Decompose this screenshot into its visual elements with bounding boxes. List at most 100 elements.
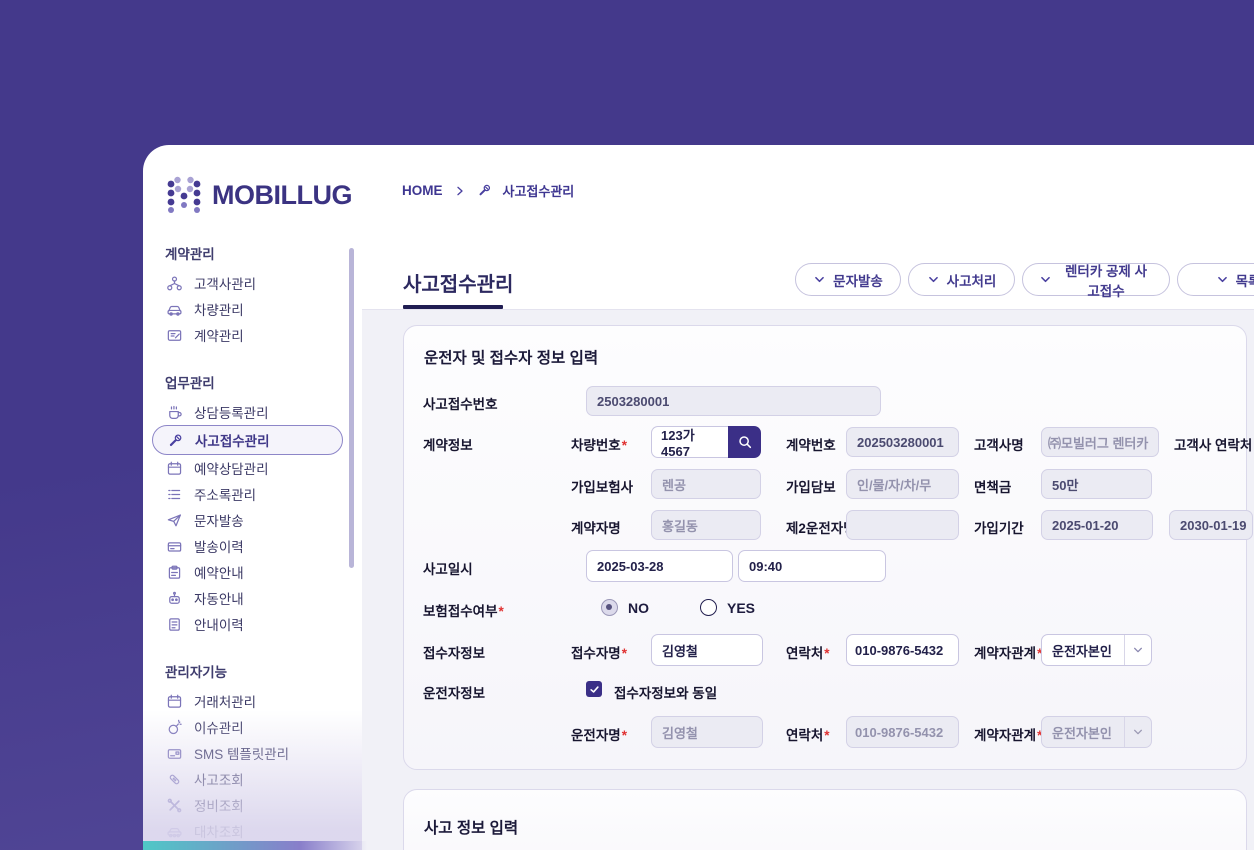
note-icon [165,615,183,633]
card-icon [165,537,183,555]
same-as-receiver-label[interactable]: 접수자정보와 동일 [614,682,717,702]
sidebar-item-issue-mgmt[interactable]: 이슈관리 [165,714,361,740]
wrench-icon [477,183,492,198]
sidebar-item-sms-template[interactable]: SMS 템플릿관리 [165,740,361,766]
coverage-label: 가입담보 [786,480,836,495]
radio-no[interactable] [601,599,618,616]
nav-section-contracts: 계약관리 고객사관리 차량관리 계약관리 [165,243,361,348]
org-chart-icon [165,274,183,292]
sidebar-item-notice-history[interactable]: 안내이력 [165,611,361,637]
sidebar-scrollbar[interactable] [349,248,354,568]
contract-no-input: 202503280001 [846,427,959,457]
calendar-icon [165,459,183,477]
send-icon [165,511,183,529]
document-icon [165,326,183,344]
breadcrumb-home-link[interactable]: HOME [402,183,443,198]
tools-icon [165,796,183,814]
sidebar-item-vendor-mgmt[interactable]: 거래처관리 [165,688,361,714]
receiver-name-input[interactable]: 김영철 [651,634,763,666]
truck-icon [165,822,183,840]
contract-info-label: 계약정보 [423,438,473,453]
accident-process-button[interactable]: 사고처리 [908,263,1015,296]
chevron-down-icon [1216,273,1229,286]
sidebar-item-vehicle-mgmt[interactable]: 차량관리 [165,296,361,322]
wrench-icon [166,431,184,449]
section-title: 운전자 및 접수자 정보 입력 [424,350,599,367]
nav-section-tasks: 업무관리 상담등록관리 사고접수관리 예약상담관리 주소록관리 문자발송 발송이… [152,372,361,637]
receiver-relation-select[interactable]: 운전자본인 [1041,634,1152,666]
required-mark: * [621,438,627,453]
contract-no-label: 계약번호 [786,438,836,453]
bomb-icon [165,718,183,736]
page-title-underline [403,305,503,309]
insurer-label: 가입보험사 [571,480,634,495]
insurance-received-label: 보험접수여부* [423,604,504,619]
sidebar-item-address-book[interactable]: 주소록관리 [165,481,361,507]
required-mark: * [498,604,504,619]
sidebar-item-contract-mgmt[interactable]: 계약관리 [165,322,361,348]
accident-date-input[interactable]: 2025-03-28 [586,550,733,582]
sidebar-item-reserve-notice[interactable]: 예약안내 [165,559,361,585]
coverage-input: 인/물/자/차/무 [846,469,959,499]
accident-time-input[interactable]: 09:40 [738,550,886,582]
calendar-icon [165,692,183,710]
driver-relation-select: 운전자본인 [1041,716,1152,748]
receiver-contact-label: 연락처* [786,646,830,661]
sidebar-item-repair-search[interactable]: 정비조회 [165,792,361,818]
robot-icon [165,589,183,607]
required-mark: * [824,646,830,661]
sidebar-item-accident-reception[interactable]: 사고접수관리 [152,425,343,455]
vehicle-no-input[interactable]: 123가4567 [651,426,728,459]
nav-section-title: 업무관리 [165,376,215,391]
coffee-icon [165,403,183,421]
sidebar-item-loaner-search[interactable]: 대차조회 [165,818,361,844]
sms-send-button[interactable]: 문자발송 [795,263,901,296]
sidebar-item-notice-template[interactable]: 안내 템플릿관리 [165,844,361,850]
accident-no-input: 2503280001 [586,386,881,416]
receiver-contact-input[interactable]: 010-9876-5432 [846,634,959,666]
nav-section-title: 관리자기능 [165,665,228,680]
sidebar-item-auto-notice[interactable]: 자동안내 [165,585,361,611]
sms-icon [165,744,183,762]
app-card: MOBILLUG HOME 사고접수관리 계약관리 고객사관리 차량관리 계약관… [143,145,1254,850]
nav-section-admin: 관리자기능 거래처관리 이슈관리 SMS 템플릿관리 사고조회 정비조회 대차조… [165,661,361,850]
clipboard-icon [165,563,183,581]
receiver-info-label: 접수자정보 [423,646,486,661]
receiver-relation-label: 계약자관계* [974,646,1043,661]
period-to-input: 2030-01-19 [1169,510,1253,540]
sidebar-item-reserve-consult[interactable]: 예약상담관리 [165,455,361,481]
accident-info-section: 사고 정보 입력 [403,789,1247,850]
list-button[interactable]: 목록 [1177,263,1254,296]
breadcrumb-current: 사고접수관리 [502,184,575,199]
vehicle-no-label: 차량번호* [571,438,627,453]
sidebar-nav: 계약관리 고객사관리 차량관리 계약관리 업무관리 상담등록관리 사고접수관리 … [152,243,361,850]
page-background: MOBILLUG HOME 사고접수관리 계약관리 고객사관리 차량관리 계약관… [0,0,1254,850]
chevron-down-icon [1124,717,1151,747]
sidebar-item-send-history[interactable]: 발송이력 [165,533,361,559]
driver-info-label: 운전자정보 [423,686,486,701]
toolbar: 문자발송 사고처리 렌터카 공제 사고접수 목록 [795,263,1254,299]
radio-yes[interactable] [700,599,717,616]
sidebar-item-customer-mgmt[interactable]: 고객사관리 [165,270,361,296]
driver-receiver-section: 운전자 및 접수자 정보 입력 사고접수번호 2503280001 계약정보 차… [403,325,1253,770]
insurance-received-radios: NO YES [601,599,755,616]
sidebar-item-consult-reg[interactable]: 상담등록관리 [165,399,361,425]
bandage-icon [165,770,183,788]
car-icon [165,300,183,318]
chevron-down-icon [1124,635,1151,665]
customer-name-input: ㈜모빌러그 렌터카 [1041,427,1159,457]
list-icon [165,485,183,503]
chevron-down-icon [927,273,940,286]
rentcar-mutual-aid-button[interactable]: 렌터카 공제 사고접수 [1022,263,1170,299]
chevron-down-icon [813,273,826,286]
sidebar-item-sms-send[interactable]: 문자발송 [165,507,361,533]
customer-contact-label: 고객사 연락처 [1174,438,1253,453]
contractor-label: 계약자명 [571,521,621,536]
radio-yes-label: YES [727,599,756,616]
driver-name-label: 운전자명* [571,728,627,743]
brand-logo: MOBILLUG [165,175,352,215]
mobillug-m-icon [165,175,203,215]
same-as-receiver-checkbox[interactable] [586,681,602,697]
sidebar-item-accident-search[interactable]: 사고조회 [165,766,361,792]
vehicle-search-button[interactable] [728,426,761,458]
